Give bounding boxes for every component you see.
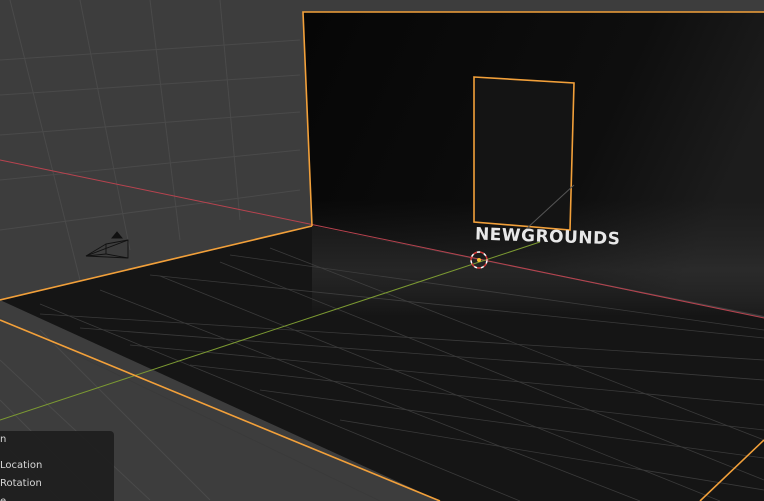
viewport-scene[interactable]: NEWGROUNDS bbox=[0, 0, 764, 501]
location-field[interactable]: Location bbox=[0, 460, 42, 471]
operator-panel-row[interactable]: n bbox=[0, 434, 6, 445]
3d-viewport[interactable]: NEWGROUNDS n Location Rotation e bbox=[0, 0, 764, 501]
operator-panel[interactable]: n Location Rotation e bbox=[0, 431, 114, 501]
camera-icon bbox=[85, 231, 129, 259]
rotation-field[interactable]: Rotation bbox=[0, 478, 42, 489]
picture-frame bbox=[473, 76, 575, 231]
operator-panel-row[interactable]: e bbox=[0, 496, 6, 501]
